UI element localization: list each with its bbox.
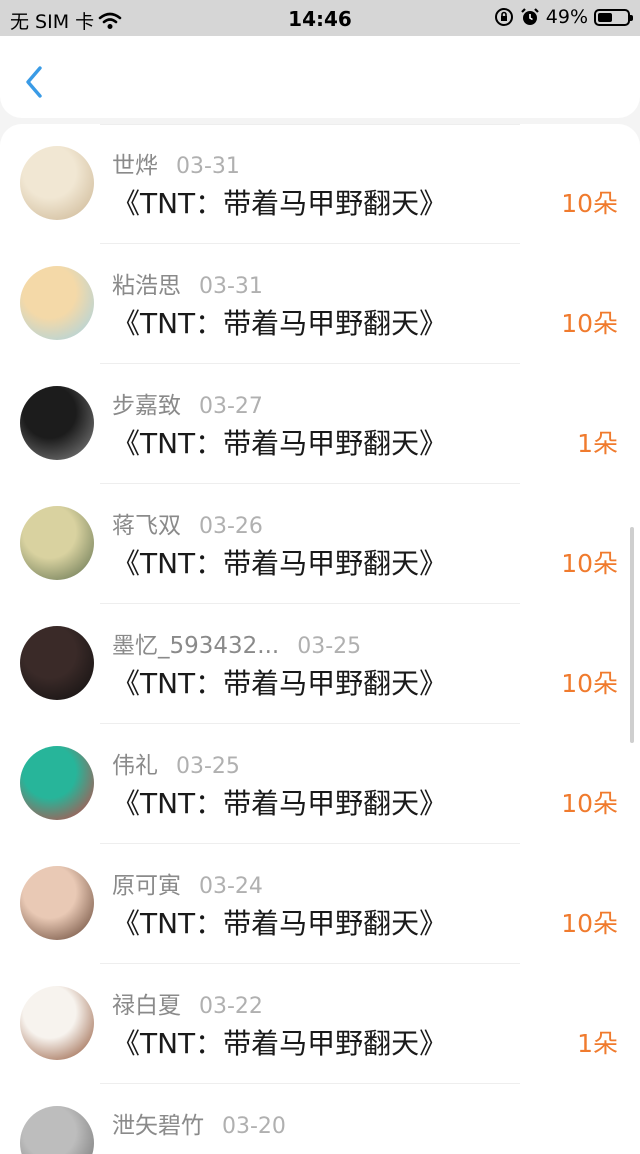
- avatar[interactable]: [20, 146, 94, 220]
- status-bar: 无 SIM 卡 14:46 49%: [0, 0, 640, 36]
- gift-row[interactable]: 世烨 03-31 《TNT：带着马甲野翻天》 10朵: [0, 124, 640, 244]
- name-line: 禄白夏 03-22: [112, 986, 263, 1020]
- flower-count: 10朵: [561, 189, 618, 218]
- user-name: 原可寅: [112, 873, 181, 899]
- book-title[interactable]: 《TNT：带着马甲野翻天》: [112, 302, 447, 342]
- avatar[interactable]: [20, 386, 94, 460]
- name-line: 世烨 03-31: [112, 146, 240, 180]
- gift-row[interactable]: 泄矢碧竹 03-20: [0, 1084, 640, 1154]
- name-line: 步嘉致 03-27: [112, 386, 263, 420]
- avatar[interactable]: [20, 746, 94, 820]
- battery-percent: 49%: [545, 6, 588, 28]
- user-name: 世烨: [112, 153, 158, 179]
- battery-level: [598, 12, 612, 22]
- flower-count: 1朵: [577, 1029, 618, 1058]
- name-line: 伟礼 03-25: [112, 746, 240, 780]
- book-title[interactable]: 《TNT：带着马甲野翻天》: [112, 1022, 447, 1062]
- gift-date: 03-31: [176, 154, 240, 179]
- flower-count: 10朵: [561, 669, 618, 698]
- user-name: 蒋飞双: [112, 513, 181, 539]
- avatar[interactable]: [20, 506, 94, 580]
- status-right: 49%: [494, 6, 633, 28]
- gift-list[interactable]: 世烨 03-31 《TNT：带着马甲野翻天》 10朵 粘浩思 03-31 《TNT：带着马甲…: [0, 124, 640, 1154]
- gift-row[interactable]: 原可寅 03-24 《TNT：带着马甲野翻天》 10朵: [0, 844, 640, 964]
- gift-row[interactable]: 蒋飞双 03-26 《TNT：带着马甲野翻天》 10朵: [0, 484, 640, 604]
- gift-date: 03-27: [199, 394, 263, 419]
- book-title[interactable]: 《TNT：带着马甲野翻天》: [112, 782, 447, 822]
- flower-count: 10朵: [561, 909, 618, 938]
- gift-row[interactable]: 伟礼 03-25 《TNT：带着马甲野翻天》 10朵: [0, 724, 640, 844]
- nav-bar: [0, 36, 640, 118]
- avatar[interactable]: [20, 1106, 94, 1154]
- gift-date: 03-31: [199, 274, 263, 299]
- gift-date: 03-25: [297, 634, 362, 659]
- flower-count: 1朵: [577, 429, 618, 458]
- avatar[interactable]: [20, 626, 94, 700]
- gift-date: 03-26: [199, 514, 263, 539]
- user-name: 墨忆_593432...: [112, 633, 280, 659]
- flower-count: 10朵: [561, 309, 618, 338]
- name-line: 原可寅 03-24: [112, 866, 263, 900]
- user-name: 伟礼: [112, 753, 158, 779]
- user-name: 粘浩思: [112, 273, 181, 299]
- book-title[interactable]: 《TNT：带着马甲野翻天》: [112, 902, 447, 942]
- user-name: 泄矢碧竹: [112, 1113, 204, 1139]
- gift-row[interactable]: 粘浩思 03-31 《TNT：带着马甲野翻天》 10朵: [0, 244, 640, 364]
- avatar[interactable]: [20, 986, 94, 1060]
- name-line: 墨忆_593432... 03-25: [112, 626, 361, 660]
- gift-row[interactable]: 步嘉致 03-27 《TNT：带着马甲野翻天》 1朵: [0, 364, 640, 484]
- name-line: 泄矢碧竹 03-20: [112, 1106, 286, 1140]
- flower-count: 10朵: [561, 549, 618, 578]
- book-title[interactable]: 《TNT：带着马甲野翻天》: [112, 422, 447, 462]
- gift-date: 03-22: [199, 994, 263, 1019]
- avatar[interactable]: [20, 866, 94, 940]
- book-title[interactable]: 《TNT：带着马甲野翻天》: [112, 542, 447, 582]
- user-name: 步嘉致: [112, 393, 181, 419]
- orientation-lock-icon: [494, 8, 513, 26]
- gift-date: 03-20: [222, 1114, 286, 1139]
- book-title[interactable]: 《TNT：带着马甲野翻天》: [112, 182, 447, 222]
- gift-date: 03-24: [199, 874, 263, 899]
- user-name: 禄白夏: [112, 993, 181, 1019]
- chevron-left-icon: [26, 66, 42, 98]
- gift-row[interactable]: 禄白夏 03-22 《TNT：带着马甲野翻天》 1朵: [0, 964, 640, 1084]
- name-line: 粘浩思 03-31: [112, 266, 263, 300]
- avatar[interactable]: [20, 266, 94, 340]
- name-line: 蒋飞双 03-26: [112, 506, 263, 540]
- scrollbar[interactable]: [630, 527, 634, 743]
- battery-icon: [594, 8, 633, 26]
- flower-count: 10朵: [561, 789, 618, 818]
- gift-date: 03-25: [176, 754, 240, 779]
- back-button[interactable]: [20, 64, 50, 100]
- book-title[interactable]: 《TNT：带着马甲野翻天》: [112, 662, 447, 702]
- gift-row[interactable]: 墨忆_593432... 03-25 《TNT：带着马甲野翻天》 10朵: [0, 604, 640, 724]
- alarm-icon: [520, 8, 539, 25]
